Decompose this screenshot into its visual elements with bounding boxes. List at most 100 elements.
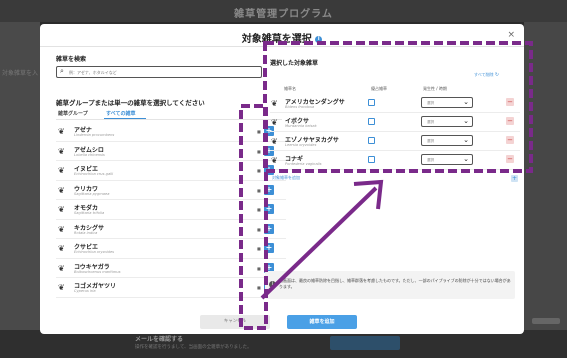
- remove-weed-button[interactable]: −: [506, 136, 514, 144]
- info-icon[interactable]: i: [315, 35, 323, 43]
- dominant-weed-checkbox[interactable]: [368, 156, 375, 163]
- weed-list-item[interactable]: ❦ キカシグサ Rotala indica ■ +: [56, 220, 286, 239]
- flag-icon: ■: [257, 207, 261, 212]
- flag-icon: ■: [257, 148, 261, 154]
- flag-icon: ■: [257, 187, 261, 193]
- leaf-icon: ❦: [58, 283, 65, 292]
- weed-select-modal: 対象雑草を選択 i × 雑草を検索 ⌕ 雑草グループまたは単一の雑草を選択してく…: [40, 24, 524, 334]
- refresh-icon: ↻: [494, 72, 500, 78]
- background-footer-title: メールを確認する: [135, 336, 184, 343]
- weed-latin-name: Lobelia chinensis: [74, 152, 105, 157]
- flag-icon: ■: [257, 168, 261, 173]
- weed-list-item[interactable]: ❦ コウキヤガラ Bolboschoenus maritimus ■ +: [56, 259, 286, 278]
- occurrence-select-value: 選択: [427, 138, 435, 143]
- selected-weed-row: ❦ イボクサ Murdannia keisak 選択 ⌄ −: [270, 113, 520, 132]
- remove-all-label: すべて削除: [474, 72, 494, 77]
- weed-latin-name: Bidens frondosa: [285, 105, 315, 109]
- weed-latin-name: Echinochloa oryzoides: [74, 250, 115, 254]
- close-button[interactable]: ×: [507, 30, 515, 40]
- add-row-button[interactable]: +: [511, 175, 518, 182]
- add-weed-button[interactable]: +: [264, 184, 274, 195]
- info-icon: i: [269, 281, 276, 288]
- weed-latin-name: Sagittaria pygmaea: [74, 191, 110, 196]
- remove-weed-button[interactable]: −: [506, 117, 514, 125]
- dominant-weed-checkbox[interactable]: [368, 99, 375, 106]
- weed-latin-name: Sagittaria trifolia: [74, 211, 105, 215]
- add-weeds-button[interactable]: 雑草を追加: [287, 315, 357, 329]
- leaf-icon: ❦: [58, 244, 65, 253]
- weed-list-item[interactable]: ❦ コゴメガヤツリ Cyperus iria ■ +: [56, 278, 286, 298]
- tab-weed-group[interactable]: 雑草グループ: [58, 110, 88, 117]
- chevron-down-icon: ⌄: [463, 98, 469, 106]
- weed-list-item[interactable]: ❦ アゼナ Lindernia procumbens ■ +: [56, 122, 286, 142]
- selected-weed-row: ❦ エゾノサヤヌカグサ Leersia oryzoides 選択 ⌄ −: [270, 132, 520, 151]
- background-footer-subtitle: 操作を確認を行うまして、当画面の全雑草がありました。: [135, 345, 252, 350]
- occurrence-select-value: 選択: [427, 119, 435, 124]
- leaf-icon: ❦: [271, 156, 278, 165]
- remove-weed-button[interactable]: −: [506, 98, 514, 106]
- search-icon: ⌕: [60, 67, 64, 75]
- add-weed-button[interactable]: +: [264, 223, 274, 234]
- leaf-icon: ❦: [58, 263, 65, 273]
- weed-list-item[interactable]: ❦ オモダカ Sagittaria trifolia ■ +: [56, 200, 286, 220]
- add-target-weed-link[interactable]: 対象雑草を追加: [272, 175, 300, 181]
- search-input[interactable]: [69, 68, 259, 77]
- background-right-button: [532, 318, 560, 324]
- dominant-weed-checkbox[interactable]: [368, 118, 375, 125]
- weed-list-item[interactable]: ❦ アゼムシロ Lobelia chinensis ■ +: [56, 142, 286, 161]
- add-weed-button[interactable]: +: [264, 243, 274, 253]
- chevron-down-icon: ⌄: [463, 155, 469, 163]
- leaf-icon: ❦: [271, 99, 278, 108]
- remove-all-link[interactable]: すべて削除 ↻: [474, 72, 499, 78]
- selected-panel-title: 選択した対象雑草: [270, 60, 319, 67]
- column-header-state: 発生性 / 時期: [423, 86, 447, 91]
- occurrence-select-value: 選択: [427, 157, 435, 162]
- occurrence-select[interactable]: 選択 ⌄: [421, 135, 473, 146]
- selected-weed-row: ❦ コナギ Pontederia vaginalis 選択 ⌄ −: [270, 151, 520, 170]
- weed-list-item[interactable]: ❦ ウリカワ Sagittaria pygmaea ■ +: [56, 181, 286, 200]
- search-field[interactable]: ⌕: [56, 66, 262, 78]
- weed-latin-name: Bolboschoenus maritimus: [74, 269, 121, 274]
- flag-icon: ■: [257, 265, 261, 271]
- weed-list-item[interactable]: ❦ クサビエ Echinochloa oryzoides ■ +: [56, 239, 286, 259]
- weed-latin-name: Lindernia procumbens: [74, 133, 115, 137]
- background-footer: [0, 330, 567, 358]
- occurrence-select[interactable]: 選択 ⌄: [421, 116, 473, 127]
- weed-latin-name: Cyperus iria: [74, 289, 96, 293]
- app-title: 雑草管理プログラム: [234, 9, 333, 20]
- flag-icon: ■: [257, 285, 261, 290]
- search-label: 雑草を検索: [56, 56, 87, 63]
- leaf-icon: ❦: [58, 185, 65, 195]
- weed-latin-name: Leersia oryzoides: [285, 143, 317, 147]
- background-footer-button: [330, 336, 400, 350]
- weed-latin-name: Rotala indica: [74, 230, 98, 235]
- leaf-icon: ❦: [58, 224, 65, 234]
- occurrence-select[interactable]: 選択 ⌄: [421, 154, 473, 165]
- weed-list-item[interactable]: ❦ イヌビエ Echinochloa crus-galli ■ +: [56, 161, 286, 181]
- background-right-panel: [524, 22, 567, 338]
- notice-box: i 当画面は、最良の雑草防除を目指し、雑草群落を考慮したものです。ただし、一部の…: [265, 271, 515, 299]
- modal-title-text: 対象雑草を選択: [241, 34, 312, 45]
- column-header-name: 雑草名: [284, 86, 296, 91]
- tab-divider: [56, 119, 282, 120]
- modal-title: 対象雑草を選択 i: [40, 30, 524, 45]
- leaf-icon: ❦: [58, 127, 65, 136]
- dominant-weed-checkbox[interactable]: [368, 137, 375, 144]
- weed-latin-name: Murdannia keisak: [285, 124, 317, 128]
- chevron-down-icon: ⌄: [463, 117, 469, 125]
- occurrence-select[interactable]: 選択 ⌄: [421, 97, 473, 108]
- divider: [40, 46, 524, 47]
- weed-list: ❦ アゼナ Lindernia procumbens ■ + ❦ アゼムシロ L…: [56, 122, 286, 298]
- flag-icon: ■: [257, 129, 261, 134]
- leaf-icon: ❦: [58, 166, 65, 175]
- tab-all-weeds[interactable]: すべての雑草: [106, 110, 135, 117]
- background-left-label: 対象雑草を入: [2, 70, 39, 77]
- notice-text: 当画面は、最良の雑草防除を目指し、雑草群落を考慮したものです。ただし、一部のパイ…: [279, 278, 511, 289]
- remove-weed-button[interactable]: −: [506, 155, 514, 163]
- cancel-button[interactable]: キャンセル: [200, 315, 270, 329]
- column-header-flag: 優占雑草: [371, 86, 387, 91]
- chevron-down-icon: ⌄: [463, 136, 469, 144]
- selected-weed-row: ❦ アメリカセンダングサ Bidens frondosa 選択 ⌄ −: [270, 94, 520, 113]
- add-weed-button[interactable]: +: [264, 204, 274, 214]
- occurrence-select-value: 選択: [427, 100, 435, 105]
